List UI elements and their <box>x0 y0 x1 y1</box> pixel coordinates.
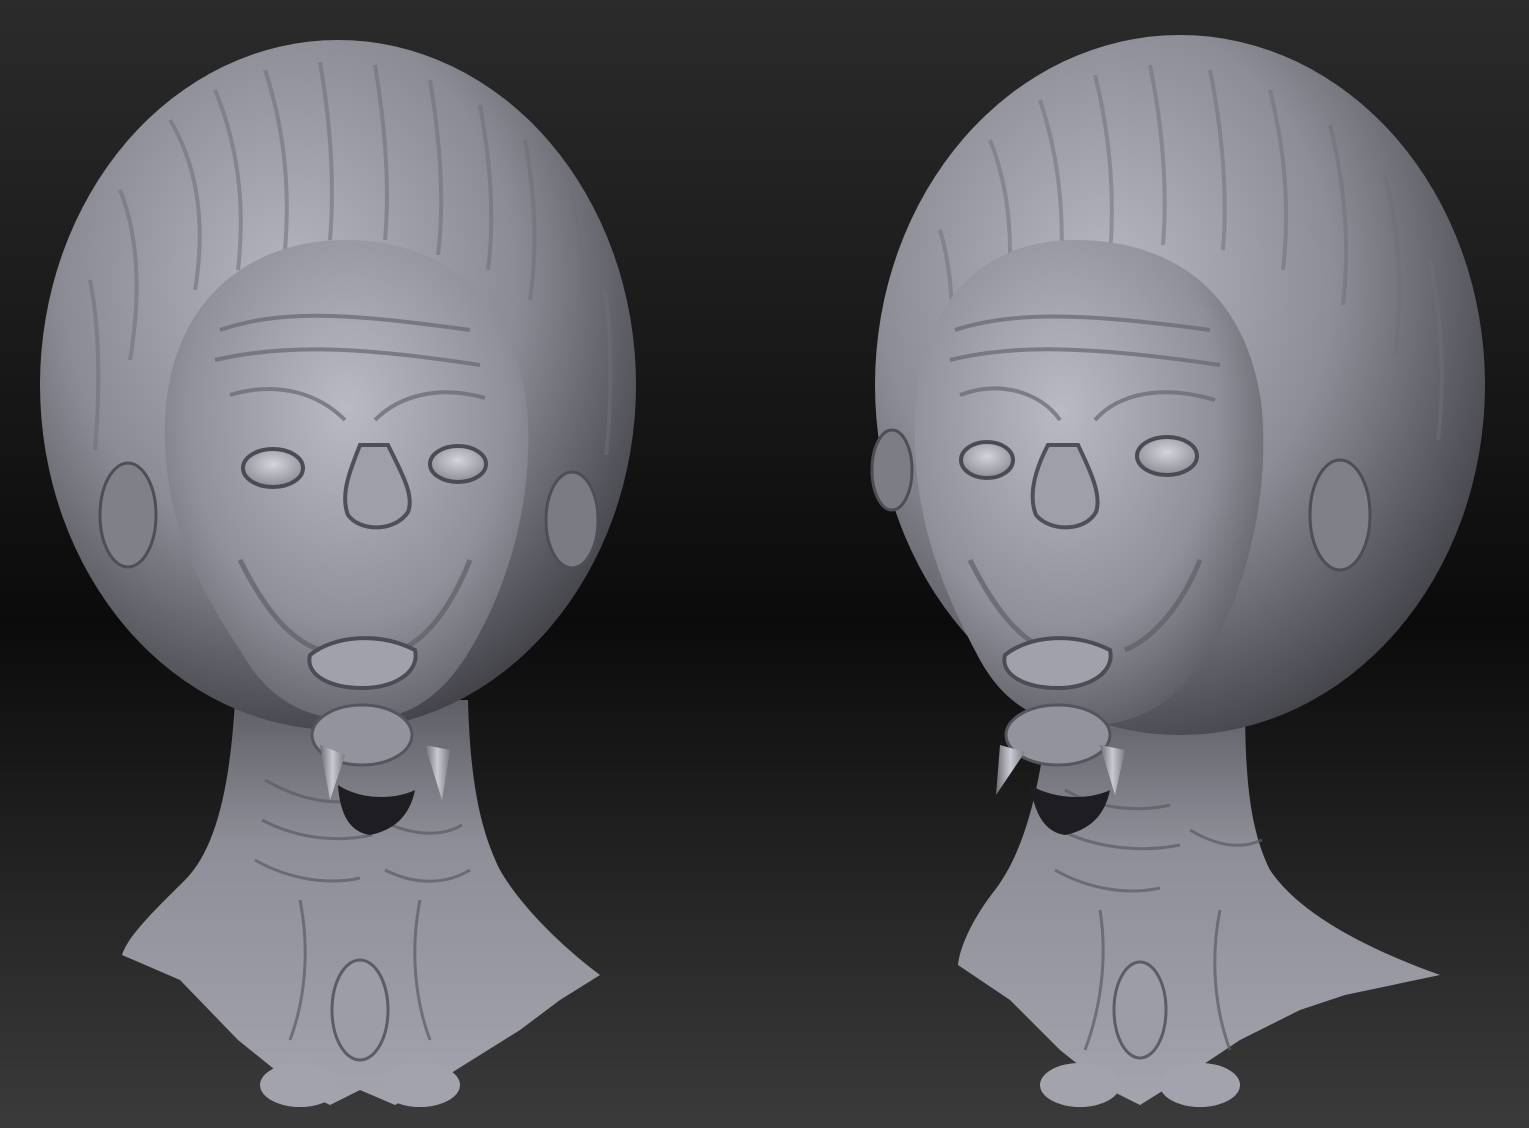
render-viewport[interactable] <box>0 0 1529 1128</box>
collar-bulge-right <box>1160 1063 1240 1107</box>
collar-bulge-left <box>1040 1063 1120 1107</box>
collar-bulge-right <box>380 1063 460 1107</box>
collar-bulge-left <box>260 1063 340 1107</box>
bust-lips <box>1002 636 1113 691</box>
bust-lips <box>307 636 418 691</box>
ear-right <box>1308 458 1372 572</box>
viewport-canvas[interactable] <box>0 0 1529 1128</box>
ear-left <box>98 461 158 569</box>
neck-ridge <box>1112 960 1168 1060</box>
ear-left <box>870 428 914 512</box>
eye-right <box>1135 435 1199 477</box>
eye-right <box>428 444 488 484</box>
eye-left <box>959 440 1015 480</box>
neck-ridge <box>330 958 390 1062</box>
eye-left <box>241 447 305 489</box>
ear-right <box>544 470 600 570</box>
creature-bust-front-view[interactable] <box>40 40 636 1107</box>
